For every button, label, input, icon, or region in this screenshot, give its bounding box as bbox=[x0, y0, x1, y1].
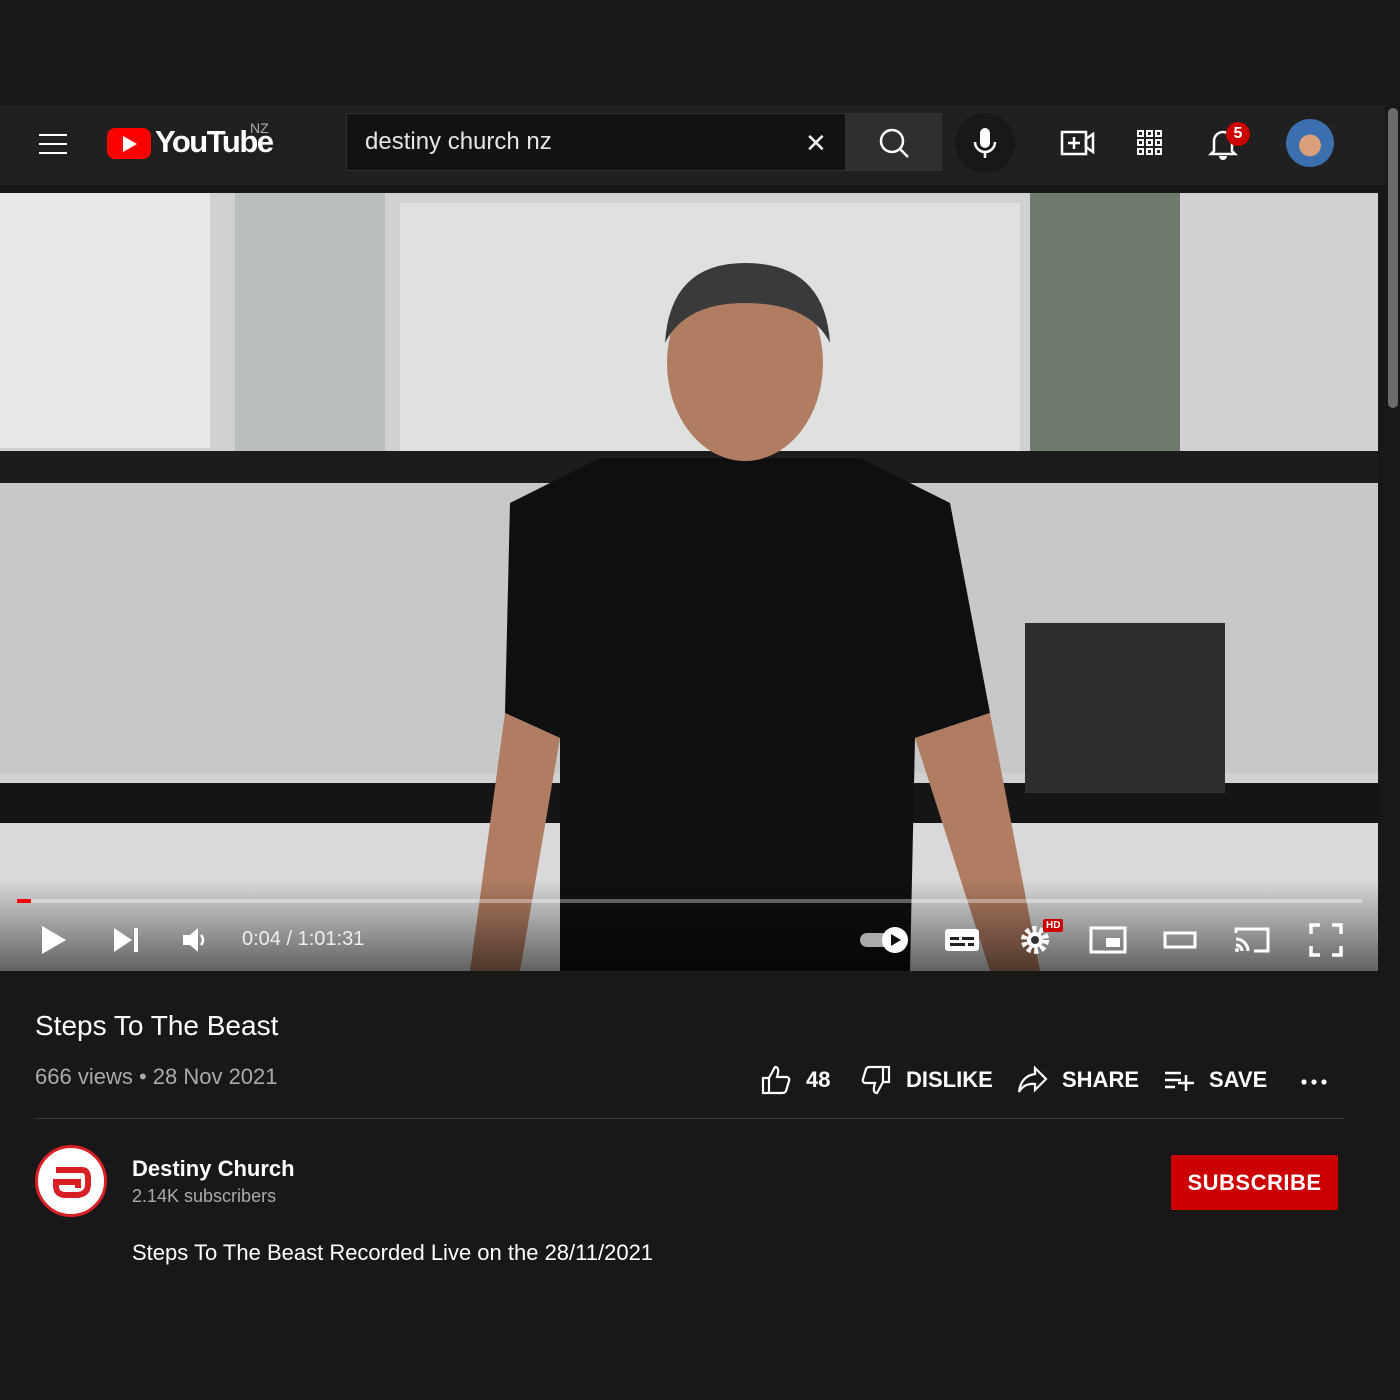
clear-icon[interactable]: ✕ bbox=[805, 130, 827, 156]
hd-badge: HD bbox=[1043, 919, 1064, 932]
scrollbar-thumb[interactable] bbox=[1388, 108, 1398, 408]
like-button[interactable]: 48 bbox=[760, 1062, 830, 1098]
dislike-button[interactable]: DISLIKE bbox=[860, 1062, 993, 1098]
like-count: 48 bbox=[806, 1067, 831, 1092]
share-button[interactable]: SHARE bbox=[1016, 1062, 1139, 1098]
theater-icon[interactable] bbox=[1162, 926, 1198, 954]
autoplay-toggle[interactable] bbox=[858, 924, 912, 956]
thumb-up-icon bbox=[761, 1065, 791, 1095]
cast-icon[interactable] bbox=[1232, 924, 1272, 956]
youtube-logo-play bbox=[123, 136, 137, 152]
apps-icon[interactable] bbox=[1136, 129, 1164, 157]
save-playlist-icon bbox=[1165, 1071, 1194, 1091]
progress-played bbox=[17, 899, 31, 903]
subtitles-icon[interactable] bbox=[943, 924, 981, 956]
region-label: NZ bbox=[250, 120, 269, 136]
more-icon[interactable] bbox=[1298, 1068, 1330, 1092]
avatar[interactable] bbox=[1286, 119, 1334, 167]
video-meta: 666 views • 28 Nov 2021 bbox=[35, 1064, 278, 1089]
subscribe-button[interactable]: SUBSCRIBE bbox=[1171, 1155, 1338, 1210]
channel-avatar[interactable] bbox=[35, 1145, 107, 1217]
notification-badge: 5 bbox=[1226, 122, 1250, 146]
menu-icon[interactable] bbox=[39, 127, 67, 161]
save-label: SAVE bbox=[1209, 1067, 1268, 1092]
divider bbox=[35, 1118, 1345, 1119]
video-frame bbox=[0, 193, 1378, 971]
next-icon[interactable] bbox=[110, 924, 142, 956]
miniplayer-icon[interactable] bbox=[1088, 924, 1128, 956]
mic-icon bbox=[973, 128, 997, 158]
fullscreen-icon[interactable] bbox=[1308, 922, 1344, 958]
play-icon[interactable] bbox=[36, 922, 70, 958]
video-player[interactable] bbox=[0, 193, 1378, 971]
search-icon bbox=[879, 128, 909, 158]
create-video-icon[interactable] bbox=[1059, 127, 1095, 159]
channel-name[interactable]: Destiny Church bbox=[132, 1156, 295, 1182]
search-query[interactable]: destiny church nz bbox=[365, 128, 552, 156]
time-display: 0:04 / 1:01:31 bbox=[242, 928, 365, 950]
video-title: Steps To The Beast bbox=[35, 1010, 279, 1041]
share-icon bbox=[1017, 1065, 1048, 1093]
share-label: SHARE bbox=[1062, 1067, 1140, 1092]
volume-icon[interactable] bbox=[180, 924, 210, 956]
search-button[interactable] bbox=[846, 113, 942, 171]
video-description: Steps To The Beast Recorded Live on the … bbox=[132, 1240, 654, 1265]
save-button[interactable]: SAVE bbox=[1163, 1062, 1267, 1098]
channel-logo-icon bbox=[53, 1167, 91, 1198]
progress-bar[interactable] bbox=[17, 899, 1362, 903]
thumb-down-icon bbox=[861, 1065, 891, 1095]
dislike-label: DISLIKE bbox=[906, 1067, 993, 1092]
subscriber-count: 2.14K subscribers bbox=[132, 1186, 277, 1206]
voice-search-button[interactable] bbox=[955, 113, 1015, 173]
